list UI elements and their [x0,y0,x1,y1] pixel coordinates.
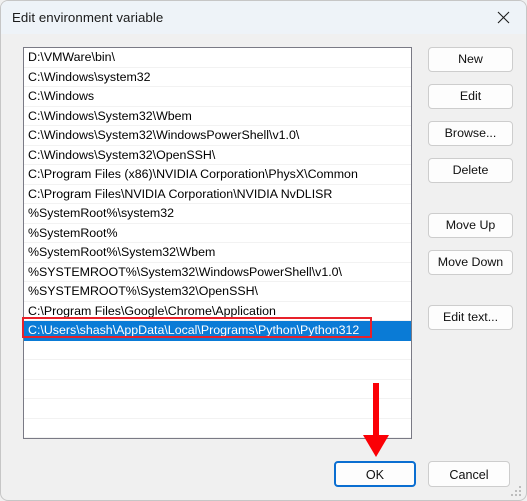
list-item[interactable]: %SystemRoot%\System32\Wbem [24,243,411,263]
dialog-title: Edit environment variable [12,10,164,25]
list-item-empty[interactable] [24,341,411,360]
move-up-button[interactable]: Move Up [428,213,513,238]
list-item[interactable]: %SYSTEMROOT%\System32\WindowsPowerShell\… [24,263,411,282]
list-item[interactable]: C:\Program Files\NVIDIA Corporation\NVID… [24,185,411,204]
list-item[interactable]: %SYSTEMROOT%\System32\OpenSSH\ [24,282,411,302]
delete-button[interactable]: Delete [428,158,513,183]
list-item[interactable]: C:\Windows\System32\OpenSSH\ [24,146,411,165]
list-item[interactable]: D:\VMWare\bin\ [24,48,411,68]
list-item[interactable]: C:\Windows\System32\WindowsPowerShell\v1… [24,126,411,146]
ok-button[interactable]: OK [334,461,416,487]
list-item[interactable]: %SystemRoot% [24,224,411,243]
list-item[interactable]: C:\Windows\System32\Wbem [24,107,411,126]
dialog-button-bar: OK Cancel [1,460,526,500]
resize-grip-icon[interactable] [511,486,523,498]
close-icon[interactable] [480,1,526,33]
list-item[interactable]: %SystemRoot%\system32 [24,204,411,224]
browse-button[interactable]: Browse... [428,121,513,146]
list-item-empty[interactable] [24,419,411,438]
new-button[interactable]: New [428,47,513,72]
edit-button[interactable]: Edit [428,84,513,109]
edit-text-button[interactable]: Edit text... [428,305,513,330]
list-item-empty[interactable] [24,399,411,419]
list-item[interactable]: C:\Users\shash\AppData\Local\Programs\Py… [24,321,411,341]
list-item[interactable]: C:\Windows\system32 [24,68,411,87]
list-item-empty[interactable] [24,360,411,380]
move-down-button[interactable]: Move Down [428,250,513,275]
side-button-group: New Edit Browse... Delete Move Up Move D… [428,47,513,330]
list-item[interactable]: C:\Windows [24,87,411,107]
title-bar: Edit environment variable [1,1,526,34]
list-item[interactable]: C:\Program Files\Google\Chrome\Applicati… [24,302,411,321]
list-item-empty[interactable] [24,380,411,399]
edit-environment-variable-dialog: Edit environment variable D:\VMWare\bin\… [0,0,527,501]
list-item[interactable]: C:\Program Files (x86)\NVIDIA Corporatio… [24,165,411,185]
path-listbox[interactable]: D:\VMWare\bin\ C:\Windows\system32 C:\Wind… [23,47,412,439]
cancel-button[interactable]: Cancel [428,461,510,487]
